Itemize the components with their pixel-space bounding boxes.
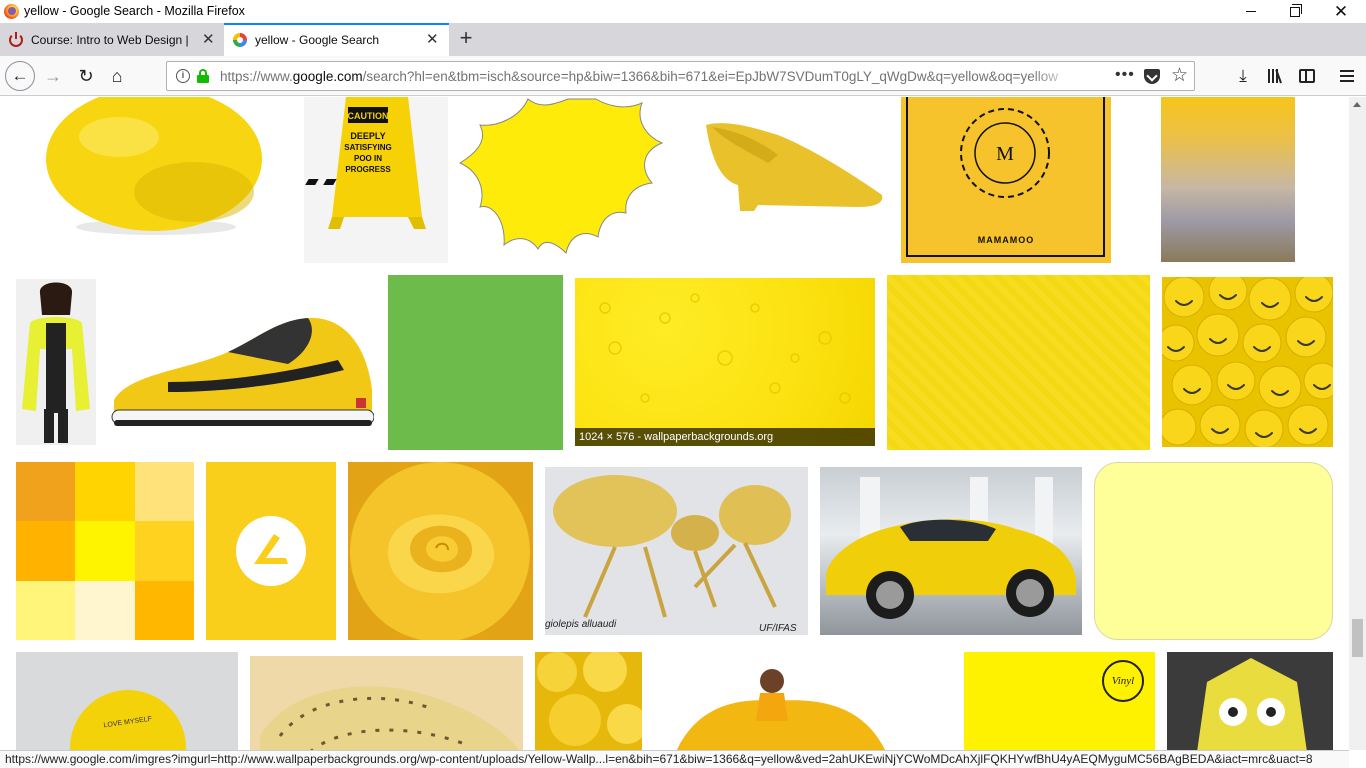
- close-window-button[interactable]: ✕: [1318, 0, 1364, 23]
- new-tab-icon[interactable]: +: [455, 27, 477, 51]
- image-result-yellow-snake[interactable]: [250, 656, 523, 750]
- image-result-yellow-ant[interactable]: giolepis alluaudi UF/IFAS: [545, 467, 808, 635]
- image-result-fur-coat[interactable]: [16, 279, 96, 445]
- image-result-yellow-wallpaper[interactable]: 1024 × 576 - wallpaperbackgrounds.org: [575, 278, 875, 446]
- minimize-icon: [1246, 11, 1256, 12]
- image-result-yellow-shoe[interactable]: [698, 115, 886, 215]
- tab-label: Course: Intro to Web Design | S: [31, 33, 191, 47]
- status-link-preview: https://www.google.com/imgres?imgurl=htt…: [0, 750, 1349, 768]
- tab-strip: Course: Intro to Web Design | S ✕ yellow…: [0, 23, 1366, 56]
- image-result-yellow-sneaker[interactable]: [108, 312, 374, 442]
- image-result-yellow-roses[interactable]: [535, 652, 642, 750]
- home-icon[interactable]: ⌂: [103, 62, 131, 90]
- url-domain: google.com: [292, 69, 363, 84]
- minimize-button[interactable]: [1228, 0, 1274, 23]
- maximize-button[interactable]: [1272, 0, 1318, 23]
- sidebar-icon[interactable]: [1295, 64, 1319, 88]
- page-actions-icon[interactable]: •••: [1115, 66, 1135, 84]
- scroll-up-icon[interactable]: [1353, 102, 1361, 107]
- svg-text:M: M: [996, 143, 1014, 165]
- image-result-pale-yellow-card[interactable]: [1094, 462, 1333, 640]
- tab-close-icon[interactable]: ✕: [426, 32, 439, 47]
- image-result-caution-sign[interactable]: CAUTION DEEPLY SATISFYING POO IN PROGRES…: [304, 97, 448, 263]
- image-result-mamamoo[interactable]: M MAMAMOO: [901, 97, 1111, 263]
- power-favicon-icon: [9, 32, 23, 47]
- mamamoo-label: MAMAMOO: [977, 235, 1035, 245]
- svg-text:DEEPLY: DEEPLY: [350, 131, 385, 141]
- bookmark-star-icon[interactable]: ☆: [1171, 64, 1188, 87]
- image-results-grid: CAUTION DEEPLY SATISFYING POO IN PROGRES…: [0, 97, 1349, 750]
- image-result-paint-splash[interactable]: [458, 97, 683, 263]
- reload-icon[interactable]: ↻: [72, 62, 100, 90]
- image-result-green-swatch[interactable]: [388, 275, 563, 450]
- url-prefix: https://www.: [220, 69, 293, 84]
- tab-course[interactable]: Course: Intro to Web Design | S ✕: [0, 23, 224, 56]
- image-result-yellow-rose[interactable]: [348, 462, 533, 640]
- maximize-icon: [1290, 3, 1302, 17]
- svg-text:SATISFYING: SATISFYING: [344, 143, 391, 152]
- image-result-yellow-dress[interactable]: [676, 667, 886, 750]
- window-title: yellow - Google Search - Mozilla Firefox: [24, 4, 245, 18]
- svg-text:POO IN: POO IN: [354, 154, 382, 163]
- image-result-yellow-logo[interactable]: [206, 462, 336, 640]
- image-result-yellow-texture[interactable]: [887, 275, 1150, 450]
- back-arrow-icon[interactable]: ←: [5, 61, 35, 91]
- ant-species-label: giolepis alluaudi: [545, 619, 617, 630]
- hamburger-menu-icon[interactable]: [1335, 64, 1359, 88]
- info-icon[interactable]: i: [176, 69, 190, 83]
- close-icon: ✕: [1333, 2, 1349, 21]
- url-text[interactable]: https://www.google.com/search?hl=en&tbm=…: [220, 69, 1080, 84]
- image-result-smiley-buttons[interactable]: [1162, 277, 1333, 447]
- forward-arrow-icon[interactable]: →: [39, 62, 67, 90]
- tab-label: yellow - Google Search: [255, 33, 380, 47]
- vinyl-badge: Vinyl: [1102, 660, 1144, 702]
- firefox-icon: [4, 4, 19, 19]
- url-bar[interactable]: i https://www.google.com/search?hl=en&tb…: [166, 61, 1195, 91]
- image-caption: 1024 × 576 - wallpaperbackgrounds.org: [575, 428, 875, 446]
- page-scrollbar[interactable]: [1349, 97, 1366, 750]
- image-result-yellow-palette[interactable]: [16, 462, 194, 640]
- url-path: /search?hl=en&tbm=isch&source=hp&biw=136…: [362, 69, 1058, 84]
- scrollbar-thumb[interactable]: [1352, 619, 1363, 657]
- tab-close-icon[interactable]: ✕: [202, 32, 215, 47]
- image-result-gradient-rug[interactable]: [1161, 97, 1295, 262]
- navigation-toolbar: ← → ↻ ⌂ i https://www.google.com/search?…: [0, 56, 1366, 96]
- image-result-yellow-diamond[interactable]: [1167, 652, 1333, 750]
- tab-google-search[interactable]: yellow - Google Search ✕: [224, 23, 449, 56]
- image-result-yellow-ball[interactable]: LOVE MYSELF: [16, 652, 238, 750]
- image-result-yellow-porsche[interactable]: [820, 467, 1082, 635]
- image-result-lemon[interactable]: [44, 97, 262, 237]
- library-icon[interactable]: [1263, 64, 1287, 88]
- image-result-vinyl-logo[interactable]: Vinyl: [964, 652, 1155, 750]
- lock-icon[interactable]: [197, 69, 209, 83]
- google-favicon-icon: [233, 33, 247, 47]
- pocket-icon[interactable]: [1144, 69, 1160, 84]
- download-icon[interactable]: ⤓: [1231, 64, 1255, 88]
- ant-credit-label: UF/IFAS: [759, 623, 797, 634]
- svg-text:PROGRESS: PROGRESS: [345, 165, 391, 174]
- sign-caution-text: CAUTION: [348, 111, 389, 121]
- window-titlebar: yellow - Google Search - Mozilla Firefox…: [0, 0, 1366, 23]
